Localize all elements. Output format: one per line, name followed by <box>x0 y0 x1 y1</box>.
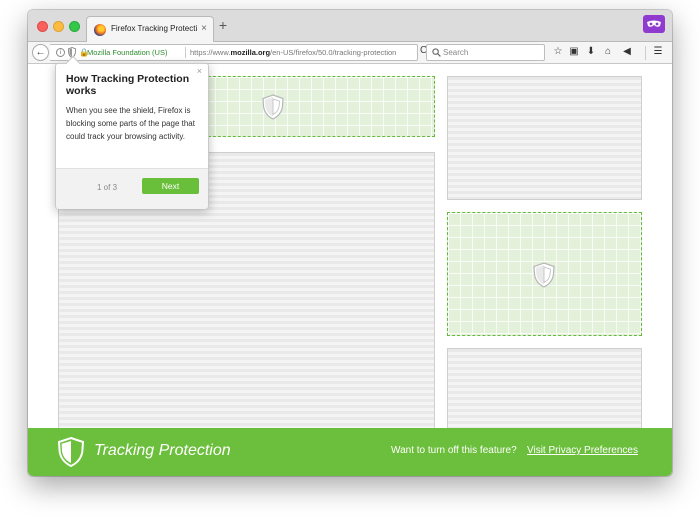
tab-strip: Firefox Tracking Protection... × + <box>28 10 672 43</box>
toolbar-divider <box>645 46 646 60</box>
blocked-tracker-placeholder <box>178 76 435 137</box>
browser-window: Firefox Tracking Protection... × + ← i 🔒… <box>28 10 672 476</box>
search-placeholder: Search <box>443 48 469 57</box>
pocket-icon[interactable]: ◀ <box>621 46 633 58</box>
privacy-preferences-link[interactable]: Visit Privacy Preferences <box>527 445 638 456</box>
url-bar[interactable]: i 🔒 Mozilla Foundation (US) https://www.… <box>50 44 418 61</box>
content-placeholder <box>447 76 642 200</box>
next-button[interactable]: Next <box>142 178 199 194</box>
menu-icon[interactable]: ☰ <box>652 46 664 58</box>
banner-question: Want to turn off this feature? <box>391 445 517 456</box>
search-icon <box>432 48 441 57</box>
bookmark-star-icon[interactable]: ☆ <box>552 46 564 58</box>
popover-title: How Tracking Protection works <box>66 73 190 97</box>
new-tab-button[interactable]: + <box>216 18 230 32</box>
search-input[interactable]: Search <box>426 44 545 61</box>
download-icon[interactable]: ⬇ <box>585 46 597 58</box>
banner-title: Tracking Protection <box>94 442 231 459</box>
reading-list-icon[interactable]: ▣ <box>568 46 580 58</box>
private-mask-icon <box>643 15 665 33</box>
shield-icon <box>58 437 84 467</box>
content-placeholder <box>447 348 642 438</box>
popover-body: When you see the shield, Firefox is bloc… <box>66 106 195 141</box>
step-counter: 1 of 3 <box>97 183 118 192</box>
blocked-tracker-placeholder <box>447 212 642 336</box>
shield-icon <box>262 94 284 120</box>
tour-popover: × How Tracking Protection works When you… <box>55 55 209 209</box>
shield-icon <box>533 262 555 288</box>
tracking-protection-banner: Tracking Protection Want to turn off thi… <box>28 428 672 476</box>
firefox-favicon-icon <box>94 24 106 36</box>
info-icon[interactable]: i <box>56 48 65 57</box>
site-identity[interactable]: Mozilla Foundation (US) <box>87 48 167 57</box>
home-icon[interactable]: ⌂ <box>602 46 614 58</box>
tab-tracking-protection[interactable]: Firefox Tracking Protection... × <box>86 16 214 43</box>
url-divider <box>185 47 186 58</box>
close-icon[interactable]: × <box>197 66 202 76</box>
window-close-button[interactable] <box>37 21 48 32</box>
tab-close-icon[interactable]: × <box>201 23 207 35</box>
popover-footer: 1 of 3 Next <box>56 168 208 209</box>
window-zoom-button[interactable] <box>69 21 80 32</box>
tab-title: Firefox Tracking Protection... <box>111 24 197 33</box>
window-minimize-button[interactable] <box>53 21 64 32</box>
back-button[interactable]: ← <box>32 44 49 61</box>
url-text[interactable]: https://www.mozilla.org/en-US/firefox/50… <box>190 48 396 57</box>
nav-bar: ← i 🔒 Mozilla Foundation (US) https://ww… <box>28 42 672 64</box>
